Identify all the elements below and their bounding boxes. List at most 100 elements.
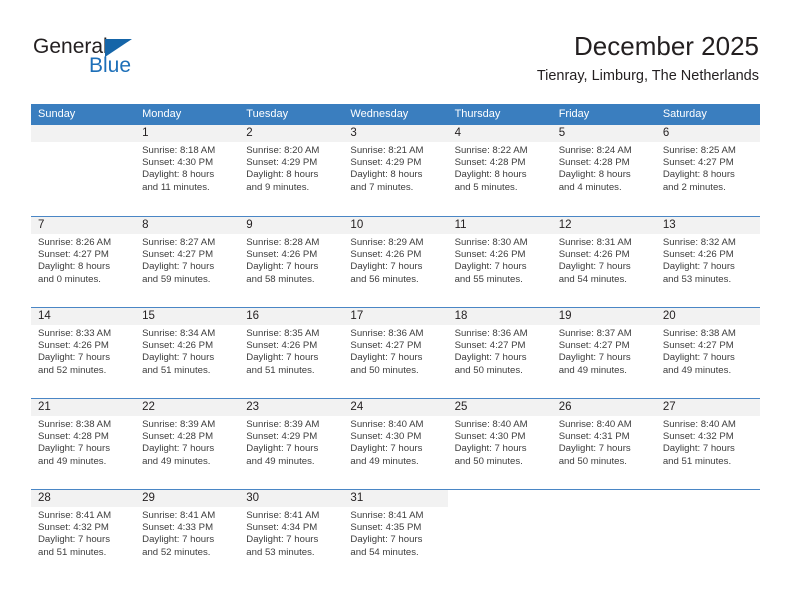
day-details: Sunrise: 8:40 AM Sunset: 4:30 PM Daylight:… [448, 416, 552, 468]
day-details: Sunrise: 8:41 AM Sunset: 4:34 PM Daylight:… [239, 507, 343, 559]
day-cell-17[interactable]: 17 Sunrise: 8:36 AM Sunset: 4:27 PM Dayligh… [343, 308, 448, 398]
day-detail-sunrise: Sunrise: 8:29 AM [350, 237, 424, 248]
day-details: Sunrise: 8:36 AM Sunset: 4:27 PM Daylight:… [448, 325, 552, 377]
day-detail-sunrise: Sunrise: 8:33 AM [38, 328, 112, 339]
day-details: Sunrise: 8:39 AM Sunset: 4:29 PM Daylight:… [239, 416, 343, 468]
day-cell-31[interactable]: 31 Sunrise: 8:41 AM Sunset: 4:35 PM Dayligh… [343, 490, 448, 580]
day-cell-15[interactable]: 15 Sunrise: 8:34 AM Sunset: 4:26 PM Dayligh… [135, 308, 240, 398]
calendar-week-row: 14 Sunrise: 8:33 AM Sunset: 4:26 PM Dayligh… [31, 307, 760, 398]
day-number: 12 [551, 217, 656, 234]
day-number: 2 [239, 125, 344, 142]
day-detail-sunset: Sunset: 4:26 PM [350, 249, 422, 261]
day-detail-daylight-line1: Daylight: 7 hours [662, 443, 735, 455]
day-cell-5[interactable]: 5 Sunrise: 8:24 AM Sunset: 4:28 PM Daylight… [551, 125, 656, 216]
day-detail-sunset: Sunset: 4:29 PM [246, 157, 318, 169]
calendar-page: General Blue December 2025 Tienray, Limb… [0, 0, 792, 612]
day-cell-10[interactable]: 10 Sunrise: 8:29 AM Sunset: 4:26 PM Dayligh… [343, 217, 448, 307]
day-cell-16[interactable]: 16 Sunrise: 8:35 AM Sunset: 4:26 PM Dayligh… [239, 308, 344, 398]
day-detail-sunset: Sunset: 4:28 PM [142, 431, 214, 443]
day-details: Sunrise: 8:26 AM Sunset: 4:27 PM Daylight:… [31, 234, 135, 286]
day-detail-daylight-line2: and 53 minutes. [662, 273, 732, 285]
day-cell-4[interactable]: 4 Sunrise: 8:22 AM Sunset: 4:28 PM Daylight… [447, 125, 552, 216]
day-cell-20[interactable]: 20 Sunrise: 8:38 AM Sunset: 4:27 PM Dayligh… [655, 308, 760, 398]
day-cell-26[interactable]: 26 Sunrise: 8:40 AM Sunset: 4:31 PM Dayligh… [551, 399, 656, 489]
day-cell-1[interactable]: 1 Sunrise: 8:18 AM Sunset: 4:30 PM Daylight… [135, 125, 240, 216]
generalblue-logo: General Blue [33, 36, 163, 82]
day-detail-sunrise: Sunrise: 8:36 AM [350, 328, 424, 339]
weekday-header-monday: Monday [142, 108, 182, 120]
day-number: 19 [551, 308, 656, 325]
day-cell-2[interactable]: 2 Sunrise: 8:20 AM Sunset: 4:29 PM Daylight… [239, 125, 344, 216]
title-block: December 2025 Tienray, Limburg, The Neth… [537, 31, 759, 85]
day-detail-sunset: Sunset: 4:28 PM [558, 157, 630, 169]
weekday-header-tuesday: Tuesday [246, 108, 289, 120]
day-cell-12[interactable]: 12 Sunrise: 8:31 AM Sunset: 4:26 PM Dayligh… [551, 217, 656, 307]
day-detail-daylight-line2: and 49 minutes. [38, 455, 107, 467]
weekday-header-wednesday: Wednesday [350, 108, 409, 120]
day-details: Sunrise: 8:35 AM Sunset: 4:26 PM Daylight:… [239, 325, 343, 377]
day-cell-3[interactable]: 3 Sunrise: 8:21 AM Sunset: 4:29 PM Daylight… [343, 125, 448, 216]
page-title: December 2025 [574, 31, 759, 61]
day-number: 27 [655, 399, 760, 416]
day-detail-daylight-line1: Daylight: 7 hours [350, 261, 423, 273]
day-detail-sunrise: Sunrise: 8:41 AM [246, 510, 320, 521]
day-detail-sunset: Sunset: 4:26 PM [142, 340, 214, 352]
day-detail-daylight-line1: Daylight: 7 hours [246, 534, 319, 546]
day-detail-daylight-line1: Daylight: 8 hours [38, 261, 110, 273]
day-detail-sunset: Sunset: 4:26 PM [38, 340, 109, 352]
day-detail-sunrise: Sunrise: 8:30 AM [454, 237, 528, 248]
day-cell-14[interactable]: 14 Sunrise: 8:33 AM Sunset: 4:26 PM Dayligh… [31, 308, 136, 398]
day-detail-daylight-line2: and 2 minutes. [662, 181, 726, 193]
day-cell-23[interactable]: 23 Sunrise: 8:39 AM Sunset: 4:29 PM Dayligh… [239, 399, 344, 489]
day-detail-sunset: Sunset: 4:35 PM [350, 522, 422, 534]
day-detail-daylight-line2: and 49 minutes. [662, 364, 732, 376]
day-detail-daylight-line2: and 51 minutes. [662, 455, 732, 467]
day-detail-sunset: Sunset: 4:27 PM [350, 340, 422, 352]
day-detail-daylight-line2: and 49 minutes. [246, 455, 315, 467]
day-detail-daylight-line1: Daylight: 7 hours [246, 261, 319, 273]
day-cell-18[interactable]: 18 Sunrise: 8:36 AM Sunset: 4:27 PM Dayligh… [447, 308, 552, 398]
day-detail-sunrise: Sunrise: 8:27 AM [142, 237, 216, 248]
day-cell-22[interactable]: 22 Sunrise: 8:39 AM Sunset: 4:28 PM Dayligh… [135, 399, 240, 489]
day-details: Sunrise: 8:30 AM Sunset: 4:26 PM Daylight:… [448, 234, 552, 286]
day-cell-7[interactable]: 7 Sunrise: 8:26 AM Sunset: 4:27 PM Daylight… [31, 217, 136, 307]
day-cell-24[interactable]: 24 Sunrise: 8:40 AM Sunset: 4:30 PM Dayligh… [343, 399, 448, 489]
day-number: 10 [343, 217, 448, 234]
day-detail-daylight-line2: and 49 minutes. [350, 455, 419, 467]
day-cell-29[interactable]: 29 Sunrise: 8:41 AM Sunset: 4:33 PM Dayligh… [135, 490, 240, 580]
day-detail-sunset: Sunset: 4:34 PM [246, 522, 318, 534]
day-detail-sunset: Sunset: 4:27 PM [454, 340, 526, 352]
day-cell-19[interactable]: 19 Sunrise: 8:37 AM Sunset: 4:27 PM Dayligh… [551, 308, 656, 398]
day-detail-sunset: Sunset: 4:32 PM [38, 522, 109, 534]
day-detail-daylight-line2: and 51 minutes. [38, 546, 107, 558]
day-number [655, 490, 760, 507]
day-cell-8[interactable]: 8 Sunrise: 8:27 AM Sunset: 4:27 PM Daylight… [135, 217, 240, 307]
day-cell-27[interactable]: 27 Sunrise: 8:40 AM Sunset: 4:32 PM Dayligh… [655, 399, 760, 489]
day-detail-sunset: Sunset: 4:27 PM [38, 249, 109, 261]
day-cell-11[interactable]: 11 Sunrise: 8:30 AM Sunset: 4:26 PM Dayligh… [447, 217, 552, 307]
day-number: 31 [343, 490, 448, 507]
day-detail-daylight-line1: Daylight: 7 hours [454, 443, 527, 455]
day-cell-28[interactable]: 28 Sunrise: 8:41 AM Sunset: 4:32 PM Dayligh… [31, 490, 136, 580]
day-number: 5 [551, 125, 656, 142]
day-cell-9[interactable]: 9 Sunrise: 8:28 AM Sunset: 4:26 PM Daylight… [239, 217, 344, 307]
day-cell-empty [655, 490, 760, 580]
day-details: Sunrise: 8:34 AM Sunset: 4:26 PM Daylight:… [135, 325, 239, 377]
day-detail-sunset: Sunset: 4:28 PM [38, 431, 109, 443]
day-detail-daylight-line2: and 49 minutes. [142, 455, 211, 467]
day-detail-sunrise: Sunrise: 8:22 AM [454, 145, 528, 156]
day-cell-13[interactable]: 13 Sunrise: 8:32 AM Sunset: 4:26 PM Dayligh… [655, 217, 760, 307]
day-number: 24 [343, 399, 448, 416]
day-detail-daylight-line1: Daylight: 7 hours [558, 443, 631, 455]
day-cell-21[interactable]: 21 Sunrise: 8:38 AM Sunset: 4:28 PM Dayligh… [31, 399, 136, 489]
day-details: Sunrise: 8:18 AM Sunset: 4:30 PM Daylight:… [135, 142, 239, 194]
day-cell-30[interactable]: 30 Sunrise: 8:41 AM Sunset: 4:34 PM Dayligh… [239, 490, 344, 580]
day-cell-6[interactable]: 6 Sunrise: 8:25 AM Sunset: 4:27 PM Daylight… [655, 125, 760, 216]
page-header: General Blue December 2025 Tienray, Limb… [0, 0, 792, 104]
day-number: 16 [239, 308, 344, 325]
day-detail-daylight-line2: and 54 minutes. [350, 546, 419, 558]
day-number: 9 [239, 217, 344, 234]
day-cell-empty [447, 490, 552, 580]
day-cell-25[interactable]: 25 Sunrise: 8:40 AM Sunset: 4:30 PM Dayligh… [447, 399, 552, 489]
day-detail-daylight-line2: and 11 minutes. [142, 181, 210, 193]
